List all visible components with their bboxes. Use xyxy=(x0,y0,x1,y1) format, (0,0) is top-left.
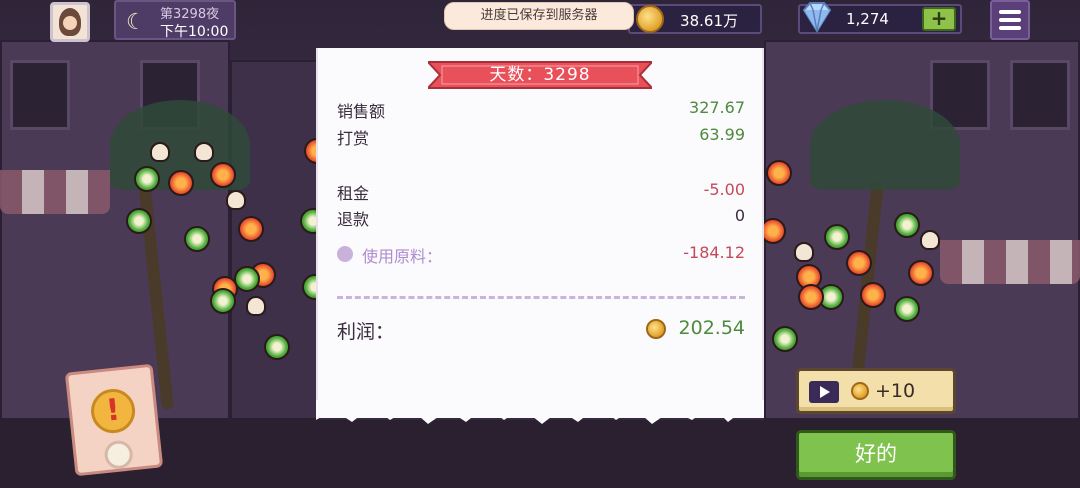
alert-icon: ! xyxy=(88,386,138,436)
pepper-slice-icon xyxy=(210,288,236,314)
menu-button[interactable] xyxy=(990,0,1030,40)
avatar-icon xyxy=(59,8,81,36)
watch-ad-reward-button[interactable]: +10 xyxy=(796,368,956,414)
tomato-slice-icon xyxy=(238,216,264,242)
time-label: 下午10:00 xyxy=(160,24,229,40)
plus-icon: + xyxy=(930,6,948,30)
tips-value: 63.99 xyxy=(699,125,745,144)
sales-value: 327.67 xyxy=(689,98,745,117)
alert-card[interactable]: ! xyxy=(64,363,164,477)
pepper-slice-icon xyxy=(126,208,152,234)
window xyxy=(10,60,70,130)
garlic-icon xyxy=(226,190,246,210)
garlic-icon xyxy=(794,242,814,262)
pepper-slice-icon xyxy=(894,296,920,322)
sales-label: 销售额 xyxy=(337,102,386,121)
garlic-icon xyxy=(246,296,266,316)
ingredients-icon xyxy=(337,246,353,262)
menu-icon xyxy=(999,10,1021,14)
tomato-slice-icon xyxy=(908,260,934,286)
rent-value: -5.00 xyxy=(703,180,745,199)
ok-button[interactable]: 好的 xyxy=(796,430,956,480)
coin-icon xyxy=(636,5,664,33)
refund-label: 退款 xyxy=(337,210,370,229)
day-banner-text: 天数：3298 xyxy=(489,65,591,85)
palm-leaves xyxy=(810,100,960,190)
ingredients-value: -184.12 xyxy=(683,243,745,262)
garlic-icon xyxy=(150,142,170,162)
gem-balance: 1,274 + xyxy=(798,2,962,34)
tips-label: 打赏 xyxy=(337,129,370,148)
coin-balance: 38.61万 xyxy=(628,4,762,34)
window xyxy=(1010,60,1070,130)
player-avatar[interactable] xyxy=(50,2,90,42)
play-icon xyxy=(809,381,839,403)
coin-icon xyxy=(851,382,869,400)
rent-label: 租金 xyxy=(337,184,370,203)
night-indicator: ☾ 第3298夜 下午10:00 xyxy=(114,0,236,40)
garlic-icon xyxy=(920,230,940,250)
pepper-slice-icon xyxy=(264,334,290,360)
coin-icon xyxy=(646,319,666,339)
profit-label: 利润： xyxy=(337,321,395,343)
tomato-slice-icon xyxy=(860,282,886,308)
tomato-slice-icon xyxy=(168,170,194,196)
pepper-slice-icon xyxy=(772,326,798,352)
refund-value: 0 xyxy=(734,206,745,225)
divider xyxy=(337,296,745,299)
coin-value: 38.61万 xyxy=(680,12,738,30)
ingredients-label: 使用原料： xyxy=(362,247,443,266)
receipt-torn-edge xyxy=(316,400,764,424)
tomato-slice-icon xyxy=(846,250,872,276)
tomato-slice-icon xyxy=(766,160,792,186)
tomato-slice-icon xyxy=(210,162,236,188)
garlic-icon xyxy=(194,142,214,162)
pepper-slice-icon xyxy=(134,166,160,192)
night-count-label: 第3298夜 xyxy=(160,7,220,22)
awning xyxy=(940,240,1080,284)
pepper-slice-icon xyxy=(184,226,210,252)
alert-card-badge xyxy=(103,439,135,471)
ad-reward-label: +10 xyxy=(875,380,916,402)
save-toast: 进度已保存到服务器 xyxy=(444,2,634,30)
awning xyxy=(0,170,110,214)
pepper-slice-icon xyxy=(824,224,850,250)
profit-value: 202.54 xyxy=(678,317,745,339)
gem-icon xyxy=(802,2,832,33)
gem-value: 1,274 xyxy=(846,10,889,28)
add-gems-button[interactable]: + xyxy=(922,7,956,31)
pepper-slice-icon xyxy=(894,212,920,238)
moon-icon: ☾ xyxy=(126,10,146,35)
tomato-slice-icon xyxy=(798,284,824,310)
